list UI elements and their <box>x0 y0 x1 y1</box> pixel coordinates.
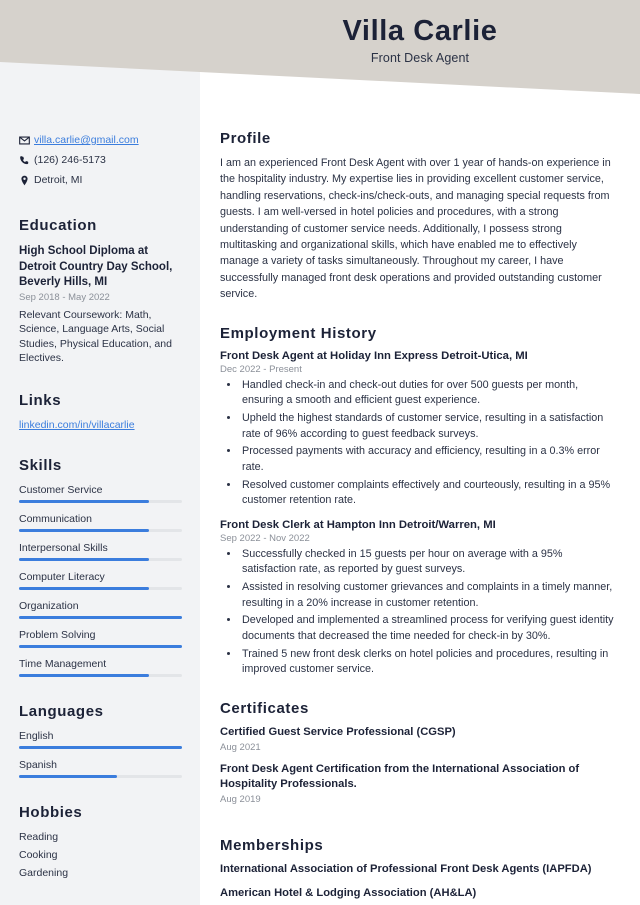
language-fill <box>19 774 117 778</box>
header-titles: Villa Carlie Front Desk Agent <box>200 0 640 66</box>
skill-track <box>19 673 182 677</box>
language-track <box>19 745 182 749</box>
email-text[interactable]: villa.carlie@gmail.com <box>34 134 139 147</box>
skill-item: Time Management <box>19 658 182 677</box>
membership-item: International Association of Professiona… <box>220 863 592 876</box>
skill-label: Computer Literacy <box>19 570 105 583</box>
education-description: Relevant Coursework: Math, Science, Lang… <box>19 308 172 365</box>
job-title: Front Desk Agent <box>370 51 470 66</box>
envelope-icon <box>19 135 34 146</box>
skill-track <box>19 528 182 532</box>
language-item: English <box>19 730 182 749</box>
membership-item: American Hotel & Lodging Association (AH… <box>220 887 477 900</box>
contact-email[interactable]: villa.carlie@gmail.com <box>19 134 182 147</box>
language-fill <box>19 745 182 749</box>
education-heading: Education <box>19 217 97 235</box>
skill-fill <box>19 644 182 648</box>
job-bullets: Handled check-in and check-out duties fo… <box>220 378 618 509</box>
certificate-title: Certified Guest Service Professional (CG… <box>220 725 456 738</box>
skill-track <box>19 586 182 590</box>
job-date: Dec 2022 - Present <box>220 363 302 375</box>
skill-label: Time Management <box>19 657 107 670</box>
links-heading: Links <box>19 391 62 409</box>
job-entry: Front Desk Agent at Holiday Inn Express … <box>220 350 618 509</box>
certificate-date: Aug 2021 <box>220 742 261 754</box>
profile-heading: Profile <box>220 130 271 147</box>
skill-label: Interpersonal Skills <box>19 541 108 554</box>
contact-phone: (126) 246-5173 <box>19 154 182 167</box>
skill-track <box>19 615 182 619</box>
skill-fill <box>19 615 182 619</box>
resume-page: Villa Carlie Front Desk Agent villa.carl… <box>0 0 640 905</box>
skill-label: Communication <box>19 512 92 525</box>
job-bullet: Successfully checked in 15 guests per ho… <box>240 547 618 578</box>
skill-fill <box>19 673 150 677</box>
memberships-section: Memberships International Association of… <box>220 837 618 901</box>
sidebar: villa.carlie@gmail.com (126) 246-5173 De… <box>0 0 200 885</box>
job-bullet: Assisted in resolving customer grievance… <box>240 580 618 611</box>
hobbies-heading: Hobbies <box>19 803 83 821</box>
language-label: Spanish <box>19 758 57 771</box>
skill-item: Computer Literacy <box>19 571 182 590</box>
skill-fill <box>19 528 150 532</box>
memberships-heading: Memberships <box>220 837 324 855</box>
job-bullet: Resolved customer complaints effectively… <box>240 478 618 509</box>
job-bullet: Developed and implemented a streamlined … <box>240 613 618 644</box>
employment-section: Employment History Front Desk Agent at H… <box>220 325 618 678</box>
education-date: Sep 2018 - May 2022 <box>19 291 110 303</box>
certificate-date: Aug 2019 <box>220 794 261 806</box>
location-text: Detroit, MI <box>34 174 83 187</box>
page-title: Villa Carlie <box>342 15 498 47</box>
profile-section: Profile I am an experienced Front Desk A… <box>220 130 618 303</box>
job-title: Front Desk Agent at Holiday Inn Express … <box>220 349 528 362</box>
certificate-item: Front Desk Agent Certification from the … <box>220 762 618 805</box>
skill-track <box>19 499 182 503</box>
phone-icon <box>19 155 34 166</box>
skill-item: Interpersonal Skills <box>19 542 182 561</box>
certificates-heading: Certificates <box>220 699 309 717</box>
skill-item: Customer Service <box>19 484 182 503</box>
job-entry: Front Desk Clerk at Hampton Inn Detroit/… <box>220 519 618 678</box>
language-track <box>19 774 182 778</box>
education-title: High School Diploma at Detroit Country D… <box>19 245 173 288</box>
certificate-title: Front Desk Agent Certification from the … <box>220 763 580 791</box>
job-bullet: Upheld the highest standards of customer… <box>240 411 618 442</box>
job-bullets: Successfully checked in 15 guests per ho… <box>220 547 618 678</box>
job-bullet: Trained 5 new front desk clerks on hotel… <box>240 647 618 678</box>
skill-fill <box>19 586 150 590</box>
phone-text: (126) 246-5173 <box>34 154 106 167</box>
language-label: English <box>19 729 54 742</box>
job-date: Sep 2022 - Nov 2022 <box>220 532 310 544</box>
job-title: Front Desk Clerk at Hampton Inn Detroit/… <box>220 518 496 531</box>
map-pin-icon <box>19 175 34 186</box>
job-bullet: Processed payments with accuracy and eff… <box>240 444 618 475</box>
skill-track <box>19 644 182 648</box>
skill-item: Organization <box>19 600 182 619</box>
profile-text: I am an experienced Front Desk Agent wit… <box>220 157 611 301</box>
hobby-item: Reading <box>19 830 59 843</box>
job-bullet: Handled check-in and check-out duties fo… <box>240 378 618 409</box>
skill-label: Organization <box>19 599 79 612</box>
languages-heading: Languages <box>19 702 104 720</box>
skill-item: Communication <box>19 513 182 532</box>
employment-heading: Employment History <box>220 324 377 342</box>
education-entry: High School Diploma at Detroit Country D… <box>19 244 182 365</box>
skill-track <box>19 557 182 561</box>
certificate-item: Certified Guest Service Professional (CG… <box>220 725 618 753</box>
contact-location: Detroit, MI <box>19 174 182 187</box>
skill-fill <box>19 499 150 503</box>
skill-label: Problem Solving <box>19 628 96 641</box>
main-content: Profile I am an experienced Front Desk A… <box>200 0 640 905</box>
skills-heading: Skills <box>19 456 62 474</box>
skill-fill <box>19 557 150 561</box>
skill-label: Customer Service <box>19 483 103 496</box>
hobby-item: Cooking <box>19 848 58 861</box>
skill-item: Problem Solving <box>19 629 182 648</box>
certificates-section: Certificates Certified Guest Service Pro… <box>220 700 618 805</box>
hobby-item: Gardening <box>19 866 69 879</box>
language-item: Spanish <box>19 759 182 778</box>
link-linkedin[interactable]: linkedin.com/in/villacarlie <box>19 419 182 431</box>
